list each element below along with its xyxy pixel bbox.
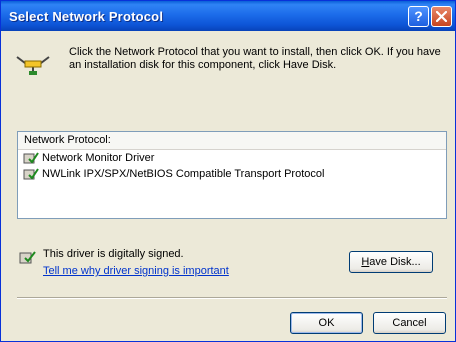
signed-driver-icon [19, 249, 37, 268]
cancel-button[interactable]: Cancel [373, 312, 446, 334]
title-bar[interactable]: Select Network Protocol ? [1, 1, 455, 31]
list-item[interactable]: NWLink IPX/SPX/NetBIOS Compatible Transp… [18, 166, 446, 182]
have-disk-button[interactable]: Have Disk... [349, 251, 433, 273]
dialog-window: Select Network Protocol ? Click the Netw… [0, 0, 456, 342]
protocol-listbox[interactable]: Network Protocol: Network Monitor Driver… [17, 131, 447, 219]
protocol-item-icon [23, 167, 39, 186]
help-button[interactable]: ? [408, 6, 429, 27]
window-title: Select Network Protocol [9, 9, 164, 24]
have-disk-label: ave Disk... [369, 256, 421, 268]
list-item-label: Network Monitor Driver [42, 152, 155, 164]
ok-button[interactable]: OK [290, 312, 363, 334]
driver-signing-link[interactable]: Tell me why driver signing is important [43, 265, 229, 277]
divider [17, 297, 447, 299]
signing-status-text: This driver is digitally signed. [43, 248, 184, 260]
list-item[interactable]: Network Monitor Driver [18, 150, 446, 166]
help-icon: ? [414, 8, 423, 24]
instruction-text: Click the Network Protocol that you want… [69, 46, 441, 71]
close-icon [436, 11, 447, 22]
list-item-label: NWLink IPX/SPX/NetBIOS Compatible Transp… [42, 168, 325, 180]
list-header: Network Protocol: [18, 132, 446, 150]
close-button[interactable] [431, 6, 452, 27]
network-protocol-icon [15, 53, 51, 80]
